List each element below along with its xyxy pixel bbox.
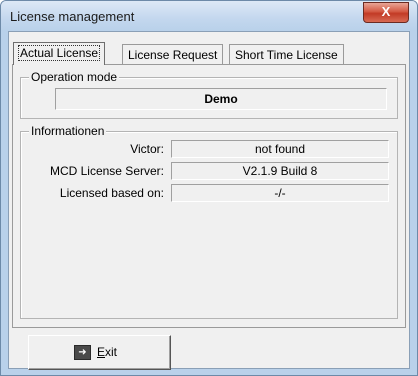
victor-value: not found — [171, 140, 389, 158]
exit-button-label: Exit — [97, 345, 118, 359]
tab-actual-license[interactable]: Actual License — [13, 42, 106, 65]
operation-mode-label: Operation mode — [29, 70, 120, 84]
exit-button[interactable]: ➜ Exit — [28, 335, 171, 370]
title-bar[interactable]: License management X — [1, 1, 417, 31]
operation-mode-value: Demo — [55, 88, 387, 110]
mcd-license-server-value: V2.1.9 Build 8 — [171, 162, 389, 180]
actual-license-panel: Operation mode Demo Informationen Victor… — [12, 64, 406, 328]
exit-door-icon: ➜ — [74, 345, 91, 360]
licensed-based-on-row: Licensed based on: -/- — [21, 184, 391, 202]
tab-license-request[interactable]: License Request — [122, 44, 224, 65]
tab-short-time-license[interactable]: Short Time License — [229, 44, 344, 65]
license-window: License management X Actual License Lice… — [0, 0, 418, 376]
window-title: License management — [10, 9, 135, 24]
operation-mode-group: Operation mode Demo — [20, 70, 398, 119]
informationen-group: Informationen Victor: not found MCD Lice… — [20, 124, 398, 319]
mcd-license-server-label: MCD License Server: — [49, 164, 164, 178]
victor-label: Victor: — [130, 142, 164, 156]
licensed-based-on-label: Licensed based on: — [59, 186, 164, 200]
informationen-label: Informationen — [29, 124, 107, 138]
victor-row: Victor: not found — [21, 140, 391, 158]
close-button[interactable]: X — [363, 2, 409, 23]
licensed-based-on-value: -/- — [171, 184, 389, 202]
mcd-license-server-row: MCD License Server: V2.1.9 Build 8 — [21, 162, 391, 180]
dialog-client: Actual License License Request Short Tim… — [8, 31, 410, 370]
